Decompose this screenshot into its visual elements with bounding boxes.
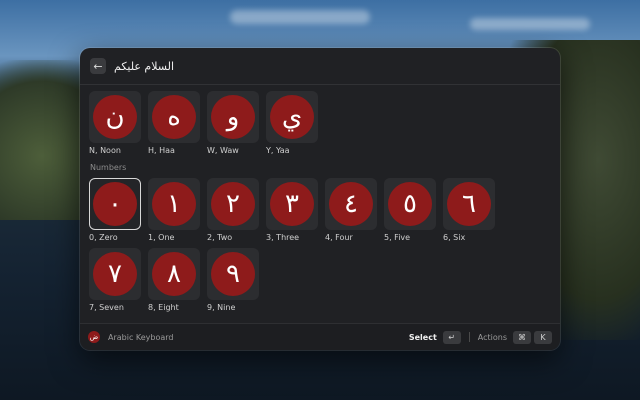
letter-glyph: و <box>211 95 255 139</box>
number-tile[interactable]: ٥ <box>384 178 436 230</box>
number-tile[interactable]: ٩ <box>207 248 259 300</box>
number-glyph: ١ <box>152 182 196 226</box>
grid-item-letter[interactable]: و W, Waw <box>207 91 259 155</box>
grid-item-number[interactable]: ٩ 9, Nine <box>207 248 259 312</box>
grid-item-number[interactable]: ٤ 4, Four <box>325 178 377 242</box>
number-caption: 9, Nine <box>207 303 236 312</box>
results-area: ن N, Noon ه H, Haa و W, Waw ي Y, Yaa Num… <box>80 85 560 318</box>
grid-item-letter[interactable]: ه H, Haa <box>148 91 200 155</box>
grid-item-number[interactable]: ٣ 3, Three <box>266 178 318 242</box>
grid-item-number[interactable]: ٢ 2, Two <box>207 178 259 242</box>
number-caption: 2, Two <box>207 233 233 242</box>
number-caption: 8, Eight <box>148 303 179 312</box>
search-input[interactable] <box>114 59 314 73</box>
number-caption: 3, Three <box>266 233 300 242</box>
actions-button[interactable]: Actions <box>478 333 507 342</box>
grid-item-number[interactable]: ٠ 0, Zero <box>89 178 141 242</box>
grid-item-number[interactable]: ٨ 8, Eight <box>148 248 200 312</box>
number-caption: 7, Seven <box>89 303 124 312</box>
enter-key-icon: ↵ <box>442 330 461 344</box>
number-caption: 1, One <box>148 233 175 242</box>
number-tile[interactable]: ٦ <box>443 178 495 230</box>
arrow-left-icon: ← <box>93 59 103 73</box>
letter-caption: Y, Yaa <box>266 146 290 155</box>
number-glyph: ٢ <box>211 182 255 226</box>
number-glyph: ٧ <box>93 252 137 296</box>
grid-item-letter[interactable]: ي Y, Yaa <box>266 91 318 155</box>
number-glyph: ٦ <box>447 182 491 226</box>
number-tile[interactable]: ٨ <box>148 248 200 300</box>
grid-item-letter[interactable]: ن N, Noon <box>89 91 141 155</box>
number-tile-selected[interactable]: ٠ <box>89 178 141 230</box>
letter-caption: N, Noon <box>89 146 121 155</box>
letter-glyph: ن <box>93 95 137 139</box>
number-glyph: ٨ <box>152 252 196 296</box>
number-glyph: ٣ <box>270 182 314 226</box>
number-caption: 4, Four <box>325 233 353 242</box>
action-bar: ض Arabic Keyboard Select ↵ Actions ⌘ K <box>80 323 560 350</box>
back-button[interactable]: ← <box>90 58 106 74</box>
number-caption: 6, Six <box>443 233 466 242</box>
command-key-icon: ⌘ <box>513 330 531 344</box>
section-header-numbers: Numbers <box>90 163 127 172</box>
arabic-keyboard-app-icon: ض <box>88 331 100 343</box>
number-tile[interactable]: ٢ <box>207 178 259 230</box>
command-window: ← ن N, Noon ه H, Haa و W, Waw <box>80 48 560 350</box>
number-glyph: ٥ <box>388 182 432 226</box>
grid-item-number[interactable]: ٧ 7, Seven <box>89 248 141 312</box>
number-glyph: ٠ <box>93 182 137 226</box>
letter-tile[interactable]: ن <box>89 91 141 143</box>
divider <box>468 332 470 342</box>
grid-item-number[interactable]: ١ 1, One <box>148 178 200 242</box>
numbers-grid: ٠ 0, Zero ١ 1, One ٢ 2, Two ٣ 3, Three ٤… <box>89 178 551 318</box>
letter-caption: H, Haa <box>148 146 175 155</box>
number-tile[interactable]: ٤ <box>325 178 377 230</box>
grid-item-number[interactable]: ٥ 5, Five <box>384 178 436 242</box>
grid-item-number[interactable]: ٦ 6, Six <box>443 178 495 242</box>
k-key-icon: K <box>534 330 552 344</box>
select-action-button[interactable]: Select <box>409 333 437 342</box>
letter-caption: W, Waw <box>207 146 239 155</box>
letter-glyph: ي <box>270 95 314 139</box>
letter-tile[interactable]: و <box>207 91 259 143</box>
letter-tile[interactable]: ي <box>266 91 318 143</box>
background-cloud <box>470 18 590 30</box>
search-bar: ← <box>80 48 560 85</box>
number-glyph: ٩ <box>211 252 255 296</box>
letter-tile[interactable]: ه <box>148 91 200 143</box>
background-cloud <box>230 10 370 24</box>
number-tile[interactable]: ١ <box>148 178 200 230</box>
number-tile[interactable]: ٧ <box>89 248 141 300</box>
extension-name: Arabic Keyboard <box>108 332 174 342</box>
number-caption: 5, Five <box>384 233 411 242</box>
letters-grid: ن N, Noon ه H, Haa و W, Waw ي Y, Yaa <box>89 91 551 161</box>
number-tile[interactable]: ٣ <box>266 178 318 230</box>
letter-glyph: ه <box>152 95 196 139</box>
number-caption: 0, Zero <box>89 233 118 242</box>
number-glyph: ٤ <box>329 182 373 226</box>
